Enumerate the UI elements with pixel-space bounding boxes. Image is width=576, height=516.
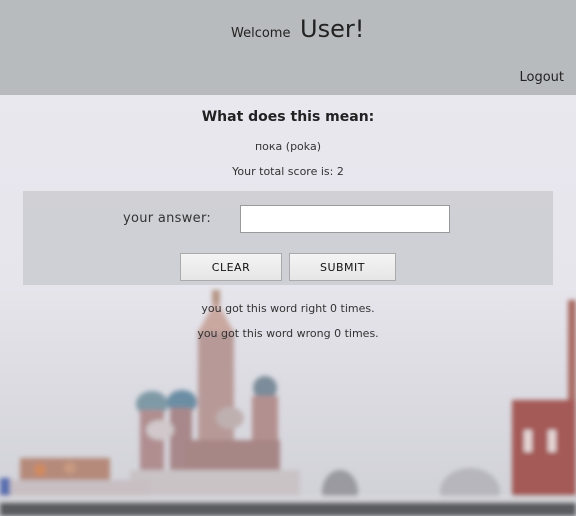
logout-link[interactable]: Logout [519, 70, 564, 85]
username-heading: User! [300, 15, 365, 43]
question-title: What does this mean: [201, 109, 375, 125]
submit-button[interactable]: SUBMIT [289, 253, 396, 281]
answer-label: your answer: [123, 211, 212, 226]
top-header: Welcome User! Logout [0, 0, 576, 95]
welcome-label: Welcome [231, 26, 291, 41]
total-score: Your total score is: 2 [232, 165, 344, 178]
wrong-count-text: you got this word wrong 0 times. [197, 327, 379, 340]
clear-button[interactable]: CLEAR [180, 253, 282, 281]
answer-form: your answer: CLEAR SUBMIT [23, 191, 553, 285]
quiz-word: пока (poka) [254, 140, 322, 153]
answer-input[interactable] [240, 205, 450, 233]
right-count-text: you got this word right 0 times. [201, 302, 375, 315]
